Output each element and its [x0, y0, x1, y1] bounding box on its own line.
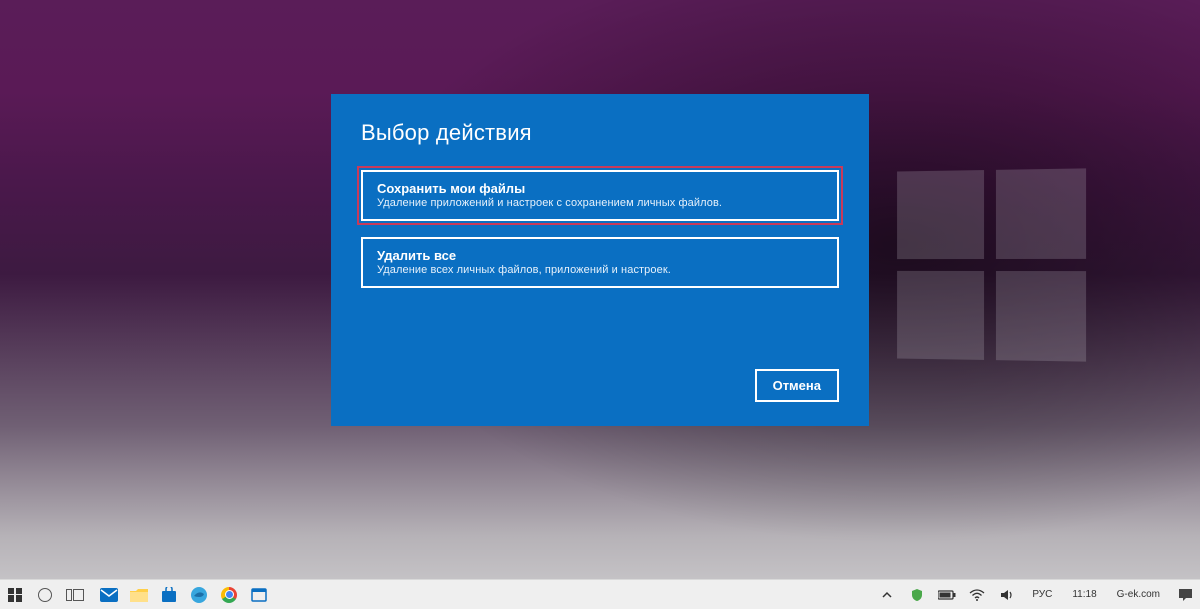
- option-remove-desc: Удаление всех личных файлов, приложений …: [377, 264, 823, 276]
- taskbar-app-chrome[interactable]: [214, 580, 244, 609]
- option-remove-title: Удалить все: [377, 248, 823, 263]
- option-keep-desc: Удаление приложений и настроек с сохране…: [377, 197, 823, 209]
- cortana-button[interactable]: [30, 580, 60, 609]
- dialog-title: Выбор действия: [361, 120, 839, 146]
- cancel-button[interactable]: Отмена: [755, 369, 839, 402]
- tray-battery-icon[interactable]: [932, 580, 962, 609]
- taskbar-app-settings[interactable]: [244, 580, 274, 609]
- start-button[interactable]: [0, 580, 30, 609]
- taskbar-app-mail[interactable]: [94, 580, 124, 609]
- task-view-button[interactable]: [60, 580, 90, 609]
- ime-language-text: РУС: [1028, 589, 1056, 600]
- tray-overflow-button[interactable]: [872, 580, 902, 609]
- taskbar-app-explorer[interactable]: [124, 580, 154, 609]
- reset-pc-dialog: Выбор действия Сохранить мои файлы Удале…: [331, 94, 869, 426]
- tray-security-icon[interactable]: [902, 580, 932, 609]
- taskbar-app-store[interactable]: [154, 580, 184, 609]
- tray-ime-language[interactable]: РУС: [1022, 580, 1062, 609]
- option-keep-title: Сохранить мои файлы: [377, 181, 823, 196]
- windows-logo-wallpaper: [897, 168, 1086, 361]
- tray-wifi-icon[interactable]: [962, 580, 992, 609]
- option-keep-my-files[interactable]: Сохранить мои файлы Удаление приложений …: [361, 170, 839, 221]
- action-center-button[interactable]: [1170, 580, 1200, 609]
- site-text: G-ek.com: [1113, 589, 1164, 600]
- tray-clock[interactable]: 11:18: [1062, 580, 1106, 609]
- option-remove-everything[interactable]: Удалить все Удаление всех личных файлов,…: [361, 237, 839, 288]
- watermark-site: G-ek.com: [1107, 580, 1170, 609]
- taskbar-app-edge[interactable]: [184, 580, 214, 609]
- taskbar: РУС 11:18 G-ek.com: [0, 579, 1200, 609]
- tray-volume-icon[interactable]: [992, 580, 1022, 609]
- clock-text: 11:18: [1068, 589, 1100, 600]
- desktop-wallpaper: Выбор действия Сохранить мои файлы Удале…: [0, 0, 1200, 609]
